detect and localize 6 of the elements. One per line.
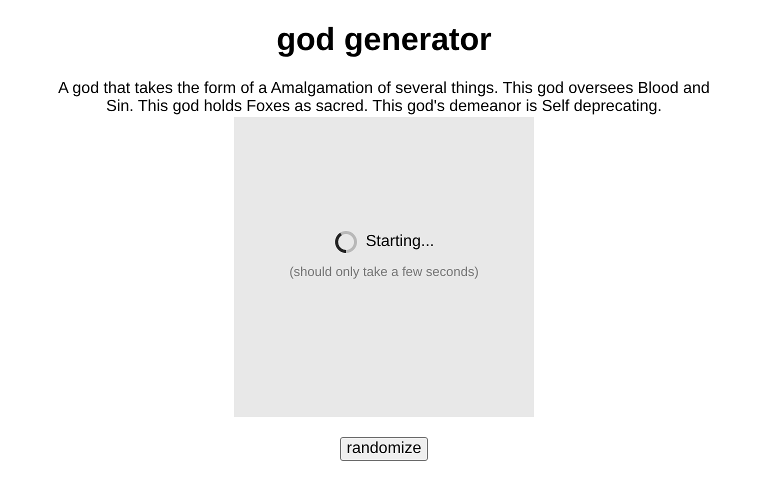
loading-note: (should only take a few seconds) [289,263,479,282]
randomize-button[interactable]: randomize [340,437,428,461]
loading-status: Starting... [366,232,434,252]
spinner-icon [334,230,358,254]
god-description: A god that takes the form of a Amalgamation of several things. This god oversees Blood and Sin. This god holds Foxes as sacred. This god's demeanor is Self deprecating. [57,80,711,116]
page-title: god generator [276,20,492,59]
